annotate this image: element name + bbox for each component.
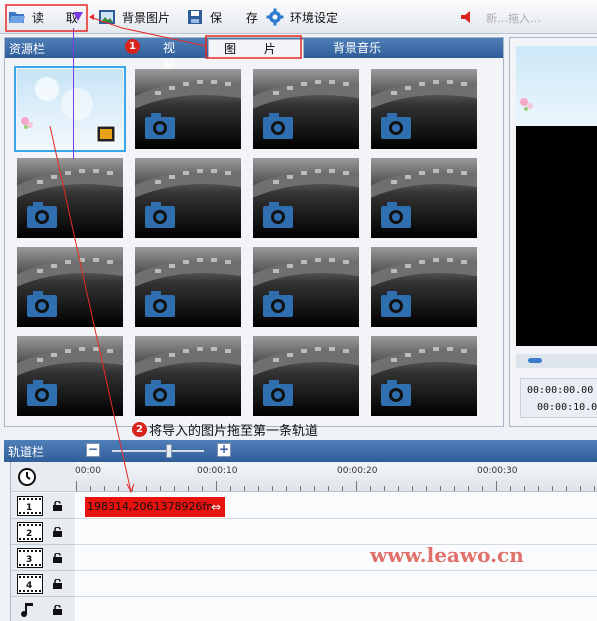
annotation-instruction: 将导入的图片拖至第一条轨道	[149, 424, 319, 439]
annotation-badge-1: 1	[125, 39, 140, 54]
app-window: 读 取 背景图片 保 存 环境设定 新…拖入… 资源栏 视 频 图 片 背景音乐…	[0, 0, 597, 621]
annotation-overlay	[5, 4, 302, 494]
watermark: www.leawo.cn	[370, 543, 524, 567]
annotation-badge-2: 2	[132, 422, 147, 437]
